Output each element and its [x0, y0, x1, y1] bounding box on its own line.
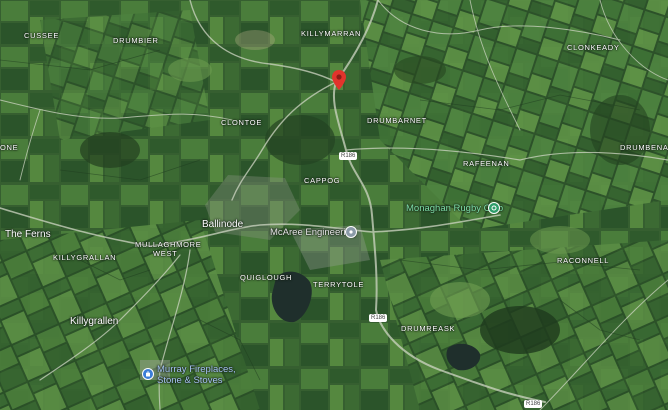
label-killymarran: KILLYMARRAN [301, 29, 362, 38]
label-mullaghmore: MULLAGHMORE [135, 240, 202, 249]
label-mullaghmore-west: WEST [153, 249, 178, 258]
label-terrytole: TERRYTOLE [313, 280, 365, 289]
town-killygrallen[interactable]: Killygrallen [70, 316, 118, 327]
label-one: ONE [0, 143, 19, 152]
label-rafeenan: RAFEENAN [463, 159, 510, 168]
town-the-ferns[interactable]: The Ferns [5, 229, 51, 240]
label-drumbier: DRUMBIER [113, 36, 159, 45]
business-icon[interactable] [345, 226, 357, 238]
label-raconnell: RACONNELL [557, 256, 610, 265]
label-clontoe: CLONTOE [221, 118, 263, 127]
road-shield-r186: R186 [339, 152, 358, 160]
shopping-bag-icon[interactable] [142, 368, 154, 380]
satellite-map[interactable] [0, 0, 668, 410]
poi-murray-label-1[interactable]: Murray Fireplaces, [157, 364, 236, 375]
town-ballinode[interactable]: Ballinode [202, 219, 243, 230]
label-clonkeady: CLONKEADY [567, 43, 620, 52]
poi-murray-label-2[interactable]: Stone & Stoves [157, 375, 222, 386]
sports-icon[interactable] [488, 202, 500, 214]
location-pin-icon[interactable] [332, 70, 346, 95]
poi-mcaree-label[interactable]: McAree Engineering [270, 227, 356, 238]
label-drumbenagh: DRUMBENAGH [620, 143, 668, 152]
label-killygrallan: KILLYGRALLAN [53, 253, 117, 262]
label-drumbarnet: DRUMBARNET [367, 116, 427, 125]
label-drumreask: DRUMREASK [401, 324, 456, 333]
label-cussee: CUSSEE [24, 31, 60, 40]
label-quiglough: QUIGLOUGH [240, 273, 293, 282]
label-cappog: CAPPOG [304, 176, 341, 185]
road-shield-r186: R186 [369, 314, 388, 322]
road-shield-r186: R186 [524, 400, 543, 408]
